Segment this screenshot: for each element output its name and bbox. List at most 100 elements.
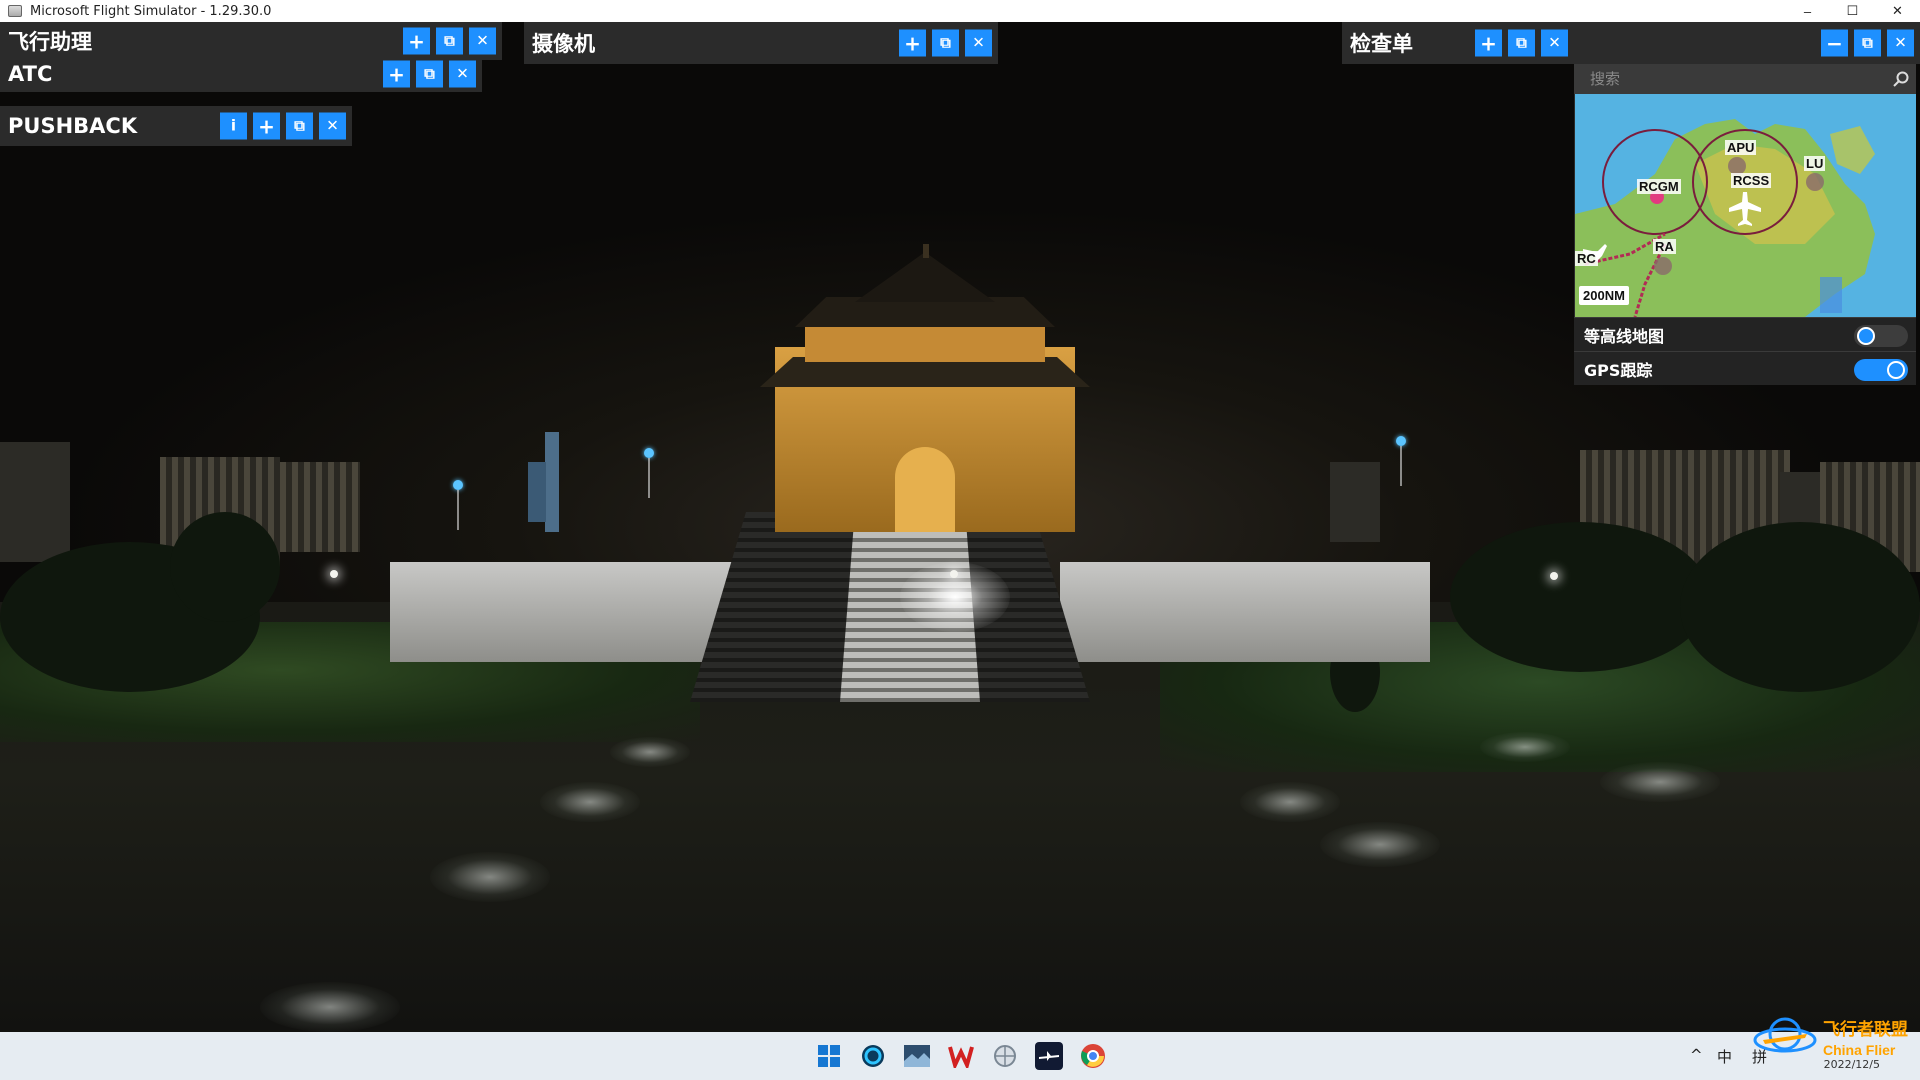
checklist-close-button[interactable]: ✕: [1541, 29, 1568, 57]
panel-flight-assist-buttons: + ⧉ ✕: [403, 27, 496, 55]
contour-map-toggle[interactable]: [1854, 325, 1908, 347]
checklist-undock-button[interactable]: ⧉: [1508, 29, 1535, 57]
panel-pushback-buttons: i + ⧉ ✕: [220, 112, 346, 140]
map-square: [1820, 277, 1842, 313]
path-light: [1480, 732, 1570, 762]
camera-close-button[interactable]: ✕: [965, 29, 992, 57]
roof-top: [855, 252, 995, 302]
maximize-window-button[interactable]: ☐: [1830, 0, 1875, 22]
window-controls: – ☐ ✕: [1785, 0, 1920, 22]
street-lamp: [950, 570, 958, 578]
tray-language-indicator[interactable]: 中: [1717, 1046, 1732, 1067]
camera-undock-button[interactable]: ⧉: [932, 29, 959, 57]
app-icon: [8, 5, 22, 17]
panel-map-buttons: − ⧉ ✕: [1821, 29, 1914, 57]
map-drawing: [1575, 119, 1875, 317]
path-light: [540, 782, 640, 822]
map-label-ra: RA: [1653, 239, 1676, 254]
tree: [1680, 522, 1920, 692]
atc-close-button[interactable]: ✕: [449, 60, 476, 88]
checklist-add-button[interactable]: +: [1475, 29, 1502, 57]
pushback-add-button[interactable]: +: [253, 112, 280, 140]
window-title-bar[interactable]: Microsoft Flight Simulator - 1.29.30.0 –…: [0, 0, 1920, 22]
globe-app-icon[interactable]: [991, 1042, 1019, 1070]
tree: [1450, 522, 1710, 672]
panel-camera[interactable]: 摄像机 + ⧉ ✕: [524, 22, 998, 64]
poi-marker[interactable]: [644, 448, 654, 498]
minimize-window-button[interactable]: –: [1785, 0, 1830, 22]
map-label-rc: RC: [1575, 251, 1598, 266]
photos-app-icon[interactable]: [903, 1042, 931, 1070]
building: [1330, 462, 1380, 542]
map-label-rcss: RCSS: [1731, 173, 1772, 188]
map-search-bar: [1574, 64, 1916, 94]
atc-add-button[interactable]: +: [383, 60, 410, 88]
watermark-cn: 飞行者联盟: [1823, 1019, 1908, 1040]
flight-assist-close-button[interactable]: ✕: [469, 27, 496, 55]
chrome-icon[interactable]: [1079, 1042, 1107, 1070]
pushback-undock-button[interactable]: ⧉: [286, 112, 313, 140]
search-icon[interactable]: [1892, 70, 1910, 88]
camera-add-button[interactable]: +: [899, 29, 926, 57]
building: [545, 432, 559, 532]
contour-map-label: 等高线地图: [1584, 326, 1665, 346]
building: [528, 462, 546, 522]
toggle-knob: [1887, 361, 1905, 379]
path-light: [430, 852, 550, 902]
panel-atc[interactable]: ATC + ⧉ ✕: [0, 56, 482, 92]
panel-flight-assist[interactable]: 飞行助理 + ⧉ ✕: [0, 22, 502, 60]
path-light: [610, 737, 690, 767]
map-close-button[interactable]: ✕: [1887, 29, 1914, 57]
china-flier-logo: [1753, 1017, 1817, 1053]
panel-checklist[interactable]: 检查单 + ⧉ ✕: [1342, 22, 1574, 64]
map-search-input[interactable]: [1574, 70, 1874, 88]
windows-start-icon[interactable]: [815, 1042, 843, 1070]
terrace-right: [1060, 562, 1430, 662]
poi-marker[interactable]: [1396, 436, 1406, 486]
panel-vfr-map-header[interactable]: − ⧉ ✕: [1574, 22, 1920, 64]
airport-lu-marker: [1806, 173, 1824, 191]
cortana-icon[interactable]: [859, 1042, 887, 1070]
pushback-close-button[interactable]: ✕: [319, 112, 346, 140]
panel-vfr-map: RCGM APU LU RCSS RA RC 200NM 等高线地图 GPS跟踪: [1574, 64, 1916, 385]
building: [280, 462, 360, 552]
map-label-apu: APU: [1725, 140, 1757, 155]
watermark-text: 飞行者联盟 China Flier: [1823, 1015, 1908, 1058]
hall-doorway: [895, 447, 955, 532]
close-window-button[interactable]: ✕: [1875, 0, 1920, 22]
map-undock-button[interactable]: ⧉: [1854, 29, 1881, 57]
street-lamp: [330, 570, 338, 578]
vfr-map[interactable]: RCGM APU LU RCSS RA RC 200NM: [1575, 94, 1916, 317]
panel-checklist-buttons: + ⧉ ✕: [1475, 29, 1568, 57]
roof-middle-wall: [805, 322, 1045, 362]
map-label-rcgm: RCGM: [1637, 179, 1681, 194]
panel-checklist-title: 检查单: [1350, 32, 1413, 56]
atc-undock-button[interactable]: ⧉: [416, 60, 443, 88]
taskbar: ^ 中 拼 2022/12/5: [0, 1032, 1920, 1080]
flight-simulator-icon[interactable]: [1035, 1042, 1063, 1070]
panel-atc-buttons: + ⧉ ✕: [383, 60, 476, 88]
map-label-lu: LU: [1804, 156, 1826, 171]
flight-assist-undock-button[interactable]: ⧉: [436, 27, 463, 55]
gps-track-toggle[interactable]: [1854, 359, 1908, 381]
path-light: [1600, 762, 1720, 802]
panel-camera-buttons: + ⧉ ✕: [899, 29, 992, 57]
pushback-info-button[interactable]: i: [220, 112, 247, 140]
building: [0, 442, 70, 562]
path-light: [260, 982, 400, 1032]
panel-pushback[interactable]: PUSHBACK i + ⧉ ✕: [0, 106, 352, 146]
panel-pushback-title: PUSHBACK: [8, 114, 138, 138]
gps-track-toggle-row: GPS跟踪: [1574, 351, 1916, 385]
panel-camera-title: 摄像机: [532, 32, 595, 56]
tray-chevron-icon[interactable]: ^: [1690, 1046, 1703, 1064]
wps-office-icon[interactable]: [947, 1042, 975, 1070]
contour-map-toggle-row: 等高线地图: [1574, 317, 1916, 351]
flight-assist-add-button[interactable]: +: [403, 27, 430, 55]
poi-marker[interactable]: [453, 480, 463, 530]
gps-track-label: GPS跟踪: [1584, 360, 1653, 380]
screen: Microsoft Flight Simulator - 1.29.30.0 –…: [0, 0, 1920, 1080]
street-lamp: [1550, 572, 1558, 580]
toggle-knob: [1857, 327, 1875, 345]
map-minimize-button[interactable]: −: [1821, 29, 1848, 57]
window-title: Microsoft Flight Simulator - 1.29.30.0: [30, 3, 272, 19]
